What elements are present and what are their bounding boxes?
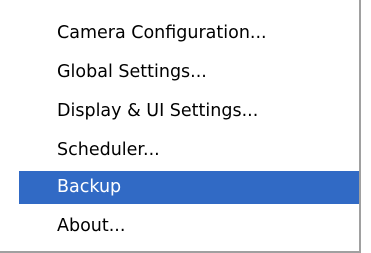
menu-item-scheduler[interactable]: Scheduler... <box>19 134 359 167</box>
menu-item-global-settings[interactable]: Global Settings... <box>19 56 359 89</box>
menu-item-backup[interactable]: Backup <box>19 171 359 204</box>
menu-item-about[interactable]: About... <box>19 210 359 243</box>
menu-item-camera-configuration[interactable]: Camera Configuration... <box>19 17 359 50</box>
menu-item-display-ui-settings[interactable]: Display & UI Settings... <box>19 95 359 128</box>
context-menu: Camera Configuration... Global Settings.… <box>0 0 361 253</box>
